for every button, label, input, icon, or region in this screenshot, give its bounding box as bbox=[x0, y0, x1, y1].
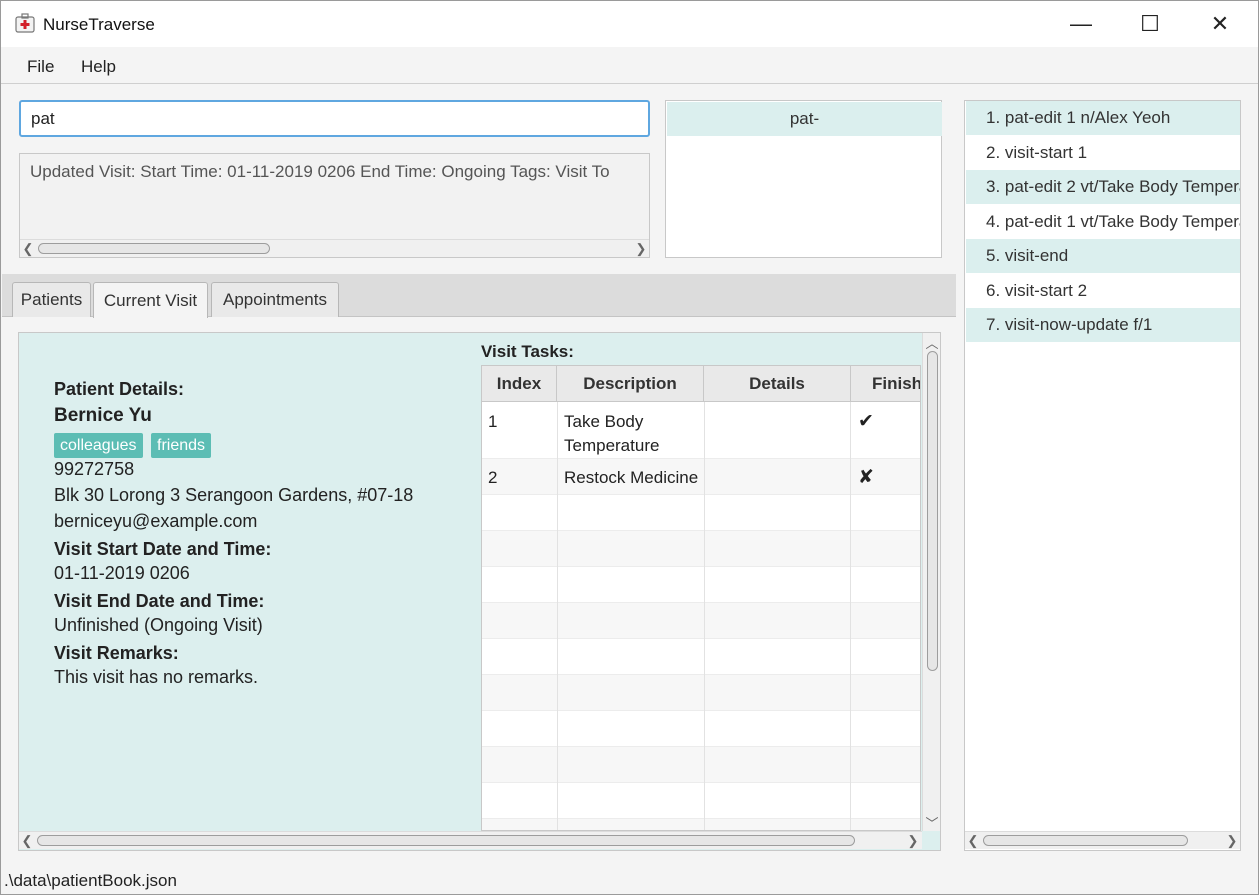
scroll-thumb[interactable] bbox=[927, 351, 938, 671]
visit-tasks-table: Index Description Details Finish 1 Take … bbox=[481, 365, 921, 831]
medical-kit-icon bbox=[14, 12, 36, 34]
patient-phone: 99272758 bbox=[54, 459, 135, 479]
visit-remarks-label: Visit Remarks: bbox=[54, 643, 179, 663]
scroll-thumb[interactable] bbox=[983, 835, 1188, 846]
scroll-thumb[interactable] bbox=[38, 243, 270, 254]
column-header-details[interactable]: Details bbox=[704, 366, 851, 402]
visit-vertical-scrollbar[interactable]: ︿ ﹀ bbox=[922, 333, 940, 831]
scroll-thumb[interactable] bbox=[37, 835, 855, 846]
column-header-index[interactable]: Index bbox=[482, 366, 557, 402]
visit-end-value: Unfinished (Ongoing Visit) bbox=[54, 615, 263, 635]
scroll-down-icon[interactable]: ﹀ bbox=[924, 813, 940, 831]
cell-description: Take Body bbox=[564, 412, 644, 431]
history-item[interactable]: 2. visit-start 1 bbox=[966, 136, 1240, 170]
tab-patients[interactable]: Patients bbox=[12, 282, 91, 317]
table-row[interactable] bbox=[482, 403, 920, 459]
column-divider bbox=[704, 402, 705, 830]
history-item[interactable]: 6. visit-start 2 bbox=[966, 274, 1240, 308]
table-row bbox=[482, 675, 920, 711]
current-visit-panel: Patient Details: Bernice Yu colleagues f… bbox=[18, 332, 941, 851]
table-row bbox=[482, 531, 920, 567]
tab-current-visit[interactable]: Current Visit bbox=[93, 282, 208, 318]
tag-friends: friends bbox=[151, 433, 212, 458]
close-icon: ✕ bbox=[1210, 11, 1230, 36]
visit-remarks-value: This visit has no remarks. bbox=[54, 667, 259, 687]
visit-start-value: 01-11-2019 0206 bbox=[54, 563, 190, 583]
visit-end-label: Visit End Date and Time: bbox=[54, 591, 265, 611]
history-item[interactable]: 4. pat-edit 1 vt/Take Body Tempera bbox=[966, 205, 1240, 239]
history-item[interactable]: 5. visit-end bbox=[966, 239, 1240, 273]
finished-check-icon[interactable]: ✔ bbox=[858, 410, 874, 434]
table-row bbox=[482, 603, 920, 639]
scroll-right-icon[interactable]: ❯ bbox=[905, 832, 921, 850]
menu-help[interactable]: Help bbox=[81, 57, 116, 77]
menu-bar bbox=[1, 47, 1258, 84]
patient-name: Bernice Yu bbox=[54, 405, 152, 426]
scroll-right-icon[interactable]: ❯ bbox=[1224, 832, 1240, 850]
scroll-left-icon[interactable]: ❮ bbox=[19, 832, 35, 850]
table-row bbox=[482, 783, 920, 819]
save-file-path: .\data\patientBook.json bbox=[4, 871, 177, 890]
cell-index: 1 bbox=[488, 412, 498, 431]
patient-email: berniceyu@example.com bbox=[54, 511, 258, 531]
history-item[interactable]: 1. pat-edit 1 n/Alex Yeoh bbox=[966, 101, 1240, 135]
table-row bbox=[482, 819, 920, 830]
table-row bbox=[482, 567, 920, 603]
tab-appointments[interactable]: Appointments bbox=[211, 282, 339, 317]
patient-address: Blk 30 Lorong 3 Serangoon Gardens, #07-1… bbox=[54, 485, 414, 505]
unfinished-cross-icon[interactable]: ✘ bbox=[858, 466, 874, 490]
suggestion-item[interactable]: pat- bbox=[667, 102, 942, 136]
command-input[interactable] bbox=[19, 100, 650, 137]
table-row[interactable] bbox=[482, 459, 920, 495]
scroll-left-icon[interactable]: ❮ bbox=[20, 240, 36, 257]
table-row bbox=[482, 747, 920, 783]
minimize-button[interactable]: — bbox=[1058, 1, 1104, 47]
column-divider bbox=[557, 402, 558, 830]
table-row bbox=[482, 711, 920, 747]
visit-tasks-heading: Visit Tasks: bbox=[481, 342, 574, 361]
patient-details-heading: Patient Details: bbox=[54, 379, 185, 399]
result-display: Updated Visit: Start Time: 01-11-2019 02… bbox=[19, 153, 650, 258]
table-row bbox=[482, 495, 920, 531]
minimize-icon: — bbox=[1070, 11, 1092, 36]
close-button[interactable]: ✕ bbox=[1197, 1, 1243, 47]
suggestion-list: pat- bbox=[665, 100, 942, 258]
visit-start-label: Visit Start Date and Time: bbox=[54, 539, 272, 559]
tag-colleagues: colleagues bbox=[54, 433, 143, 458]
cell-description: Restock Medicine bbox=[564, 468, 699, 487]
history-horizontal-scrollbar[interactable]: ❮ ❯ bbox=[965, 831, 1240, 849]
scroll-right-icon[interactable]: ❯ bbox=[633, 240, 649, 257]
maximize-button[interactable]: ☐ bbox=[1127, 1, 1173, 47]
window-title: NurseTraverse bbox=[43, 15, 155, 34]
history-item[interactable]: 7. visit-now-update f/1 bbox=[966, 308, 1240, 342]
cell-description: Temperature bbox=[564, 436, 660, 455]
column-header-description[interactable]: Description bbox=[557, 366, 704, 402]
column-divider bbox=[850, 402, 851, 830]
column-header-finish[interactable]: Finish bbox=[851, 366, 920, 402]
table-row bbox=[482, 639, 920, 675]
result-text: Updated Visit: Start Time: 01-11-2019 02… bbox=[30, 162, 610, 181]
menu-file[interactable]: File bbox=[27, 57, 54, 77]
cell-index: 2 bbox=[488, 468, 498, 487]
result-horizontal-scrollbar[interactable]: ❮ ❯ bbox=[20, 239, 649, 257]
history-item[interactable]: 3. pat-edit 2 vt/Take Body Tempera bbox=[966, 170, 1240, 204]
command-history-list: 1. pat-edit 1 n/Alex Yeoh 2. visit-start… bbox=[964, 100, 1241, 851]
scroll-up-icon[interactable]: ︿ bbox=[924, 333, 940, 351]
maximize-icon: ☐ bbox=[1140, 11, 1160, 36]
scroll-left-icon[interactable]: ❮ bbox=[965, 832, 981, 850]
status-bar: .\data\patientBook.json bbox=[1, 866, 1258, 894]
visit-horizontal-scrollbar[interactable]: ❮ ❯ bbox=[19, 831, 922, 849]
